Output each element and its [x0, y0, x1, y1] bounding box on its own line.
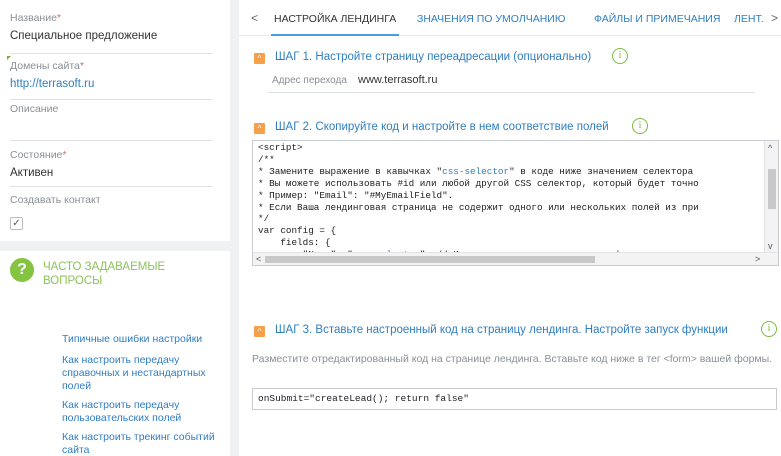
code-fragment: */: [258, 213, 270, 225]
scroll-down-icon[interactable]: v: [768, 241, 773, 251]
step1-title: ШАГ 1. Настройте страницу переадресации …: [275, 51, 592, 63]
tab-files-notes[interactable]: ФАЙЛЫ И ПРИМЕЧАНИЯ: [594, 13, 720, 25]
field-underline: [10, 140, 212, 141]
collapse-step3-icon[interactable]: ^: [254, 326, 265, 337]
scroll-up-icon[interactable]: ^: [768, 143, 772, 153]
step2-title: ШАГ 2. Скопируйте код и настройте в нем …: [275, 121, 609, 133]
tab-next-icon[interactable]: >: [771, 11, 778, 25]
state-field[interactable]: Состояние* Активен: [10, 149, 212, 187]
scroll-right-icon[interactable]: >: [755, 254, 760, 264]
required-mark: *: [62, 149, 67, 161]
faq-link[interactable]: Как настроить передачу справочных и нест…: [62, 354, 222, 393]
code-text[interactable]: <script>/** * Замените выражение в кавычк…: [258, 142, 699, 265]
redirect-input[interactable]: www.terrasoft.ru: [358, 74, 437, 86]
code-line: fields: {: [258, 237, 699, 249]
code-fragment: fields: {: [258, 237, 331, 249]
tab-defaults[interactable]: ЗНАЧЕНИЯ ПО УМОЛЧАНИЮ: [417, 13, 565, 25]
step3-description: Разместите отредактированный код на стра…: [252, 353, 773, 365]
field-underline: [268, 92, 755, 93]
scroll-thumb[interactable]: [768, 169, 776, 209]
tab-landing-setup[interactable]: НАСТРОЙКА ЛЕНДИНГА: [270, 13, 400, 36]
description-field[interactable]: Описание: [10, 103, 212, 141]
code-string-value: css-selector: [442, 165, 510, 177]
code-line: <script>: [258, 142, 699, 154]
domains-field-label: Домены сайта*: [10, 60, 212, 72]
step3-title: ШАГ 3. Вставьте настроенный код на стран…: [275, 324, 728, 336]
state-value[interactable]: Активен: [10, 167, 212, 179]
faq-link[interactable]: Как настроить трекинг событий сайта: [62, 431, 222, 456]
tab-feed[interactable]: ЛЕНТ.: [734, 13, 764, 25]
name-field[interactable]: Название* Специальное предложение: [10, 12, 212, 54]
record-fields-card: Название* Специальное предложение Домены…: [0, 0, 223, 241]
scroll-thumb[interactable]: [265, 256, 595, 263]
code-fragment: * Пример: "Email": "#MyEmailField".: [258, 189, 454, 201]
collapse-step1-icon[interactable]: ^: [254, 53, 265, 64]
tab-bar: < НАСТРОЙКА ЛЕНДИНГА ЗНАЧЕНИЯ ПО УМОЛЧАН…: [239, 0, 781, 36]
field-underline: [10, 99, 212, 100]
name-label-text: Название: [10, 12, 57, 24]
name-value[interactable]: Специальное предложение: [10, 30, 212, 42]
horizontal-scrollbar[interactable]: < >: [253, 252, 778, 265]
domains-field[interactable]: Домены сайта* http://terrasoft.ru: [10, 60, 212, 100]
scroll-left-icon[interactable]: <: [256, 254, 261, 264]
domains-label-text: Домены сайта: [10, 60, 80, 72]
faq-link[interactable]: Типичные ошибки настройки: [62, 333, 222, 346]
code-fragment: * Вы можете использовать #id или любой д…: [258, 177, 699, 189]
redirect-label: Адрес перехода: [272, 75, 347, 86]
vertical-scrollbar[interactable]: ^ v: [764, 141, 778, 253]
code-line: var config = {: [258, 225, 699, 237]
faq-link[interactable]: Как настроить передачу пользовательских …: [62, 399, 222, 425]
create-contact-label: Создавать контакт: [10, 194, 101, 206]
field-underline: [10, 53, 212, 54]
code-fragment: * Если Ваша лендинговая страница не соде…: [258, 201, 699, 213]
required-mark: *: [79, 60, 84, 72]
code-line: */: [258, 213, 699, 225]
create-contact-checkbox[interactable]: ✓: [10, 217, 23, 230]
code-fragment: * Замените выражение в кавычках: [258, 165, 437, 177]
onsubmit-code-field[interactable]: onSubmit="createLead(); return false": [252, 388, 777, 410]
name-field-label: Название*: [10, 12, 212, 24]
faq-list: Типичные ошибки настройки Как настроить …: [62, 333, 222, 456]
tab-prev-icon[interactable]: <: [251, 11, 258, 25]
panel-divider: [230, 0, 239, 456]
description-label: Описание: [10, 103, 59, 115]
code-line: * Если Ваша лендинговая страница не соде…: [258, 202, 699, 214]
state-label-text: Состояние: [10, 149, 63, 161]
code-fragment: в коде ниже значением селектора: [514, 165, 694, 177]
question-icon: ?: [10, 258, 34, 282]
faq-section: ? ЧАСТО ЗАДАВАЕМЫЕ ВОПРОСЫ Типичные ошиб…: [0, 251, 223, 456]
collapse-step2-icon[interactable]: ^: [254, 123, 265, 134]
code-fragment: /**: [258, 153, 275, 165]
panel-separator: [0, 241, 230, 251]
state-field-label: Состояние*: [10, 149, 212, 161]
code-line: * Пример: "Email": "#MyEmailField".: [258, 190, 699, 202]
info-icon[interactable]: i: [632, 118, 648, 134]
info-icon[interactable]: i: [612, 48, 628, 64]
info-icon[interactable]: i: [761, 321, 777, 337]
domains-value-link[interactable]: http://terrasoft.ru: [10, 78, 212, 90]
code-line: * Вы можете использовать #id или любой д…: [258, 178, 699, 190]
field-underline: [10, 186, 212, 187]
record-panel: Название* Специальное предложение Домены…: [0, 0, 223, 456]
code-line: * Замените выражение в кавычках "css-sel…: [258, 166, 699, 178]
create-contact-field: Создавать контакт: [10, 194, 212, 206]
faq-title: ЧАСТО ЗАДАВАЕМЫЕ ВОПРОСЫ: [43, 261, 166, 287]
code-line: /**: [258, 154, 699, 166]
code-fragment: var config = {: [258, 225, 337, 237]
code-string: "css-selector": [436, 165, 515, 177]
onsubmit-code-text[interactable]: onSubmit="createLead(); return false": [258, 393, 469, 404]
code-fragment: <script>: [258, 142, 303, 153]
required-mark: *: [56, 12, 62, 24]
code-editor[interactable]: <script>/** * Замените выражение в кавычк…: [252, 140, 779, 266]
